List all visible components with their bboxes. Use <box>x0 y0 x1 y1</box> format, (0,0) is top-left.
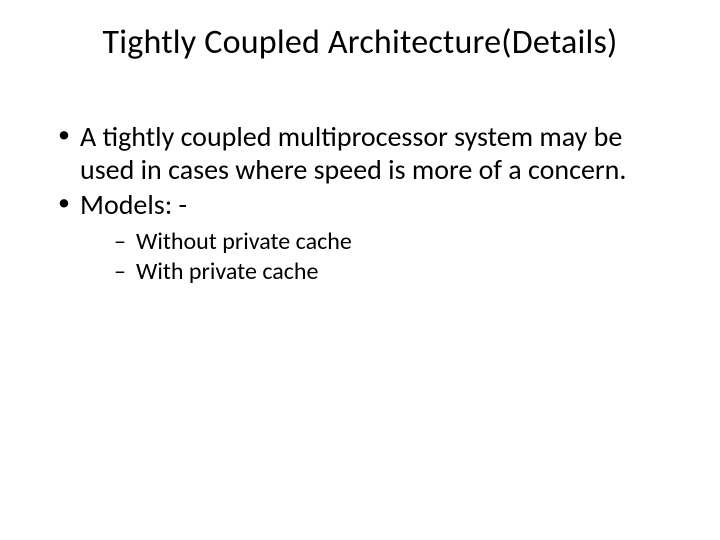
sub-bullet-item: Without private cache <box>114 227 680 257</box>
bullet-item: A tightly coupled multiprocessor system … <box>54 120 680 186</box>
slide: Tightly Coupled Architecture(Details) A … <box>0 0 720 540</box>
bullet-list: A tightly coupled multiprocessor system … <box>54 120 680 287</box>
sub-bullet-item: With private cache <box>114 257 680 287</box>
slide-title: Tightly Coupled Architecture(Details) <box>0 22 720 63</box>
slide-body: A tightly coupled multiprocessor system … <box>54 120 680 289</box>
bullet-text: Models: - <box>80 187 187 222</box>
sub-bullet-list: Without private cache With private cache <box>80 227 680 287</box>
bullet-item: Models: - Without private cache With pri… <box>54 188 680 287</box>
